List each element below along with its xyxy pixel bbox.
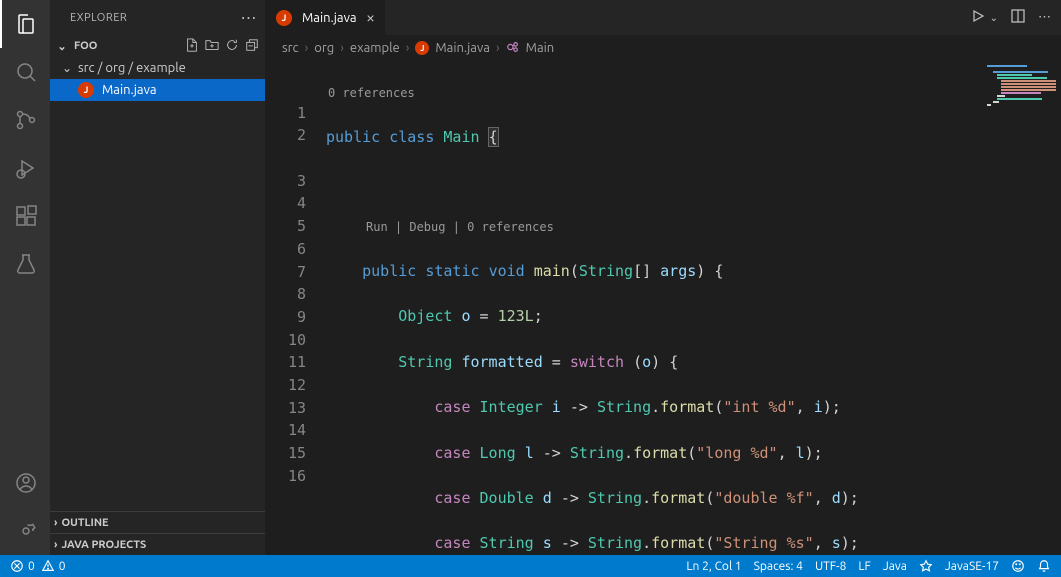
activity-source-control[interactable]	[0, 96, 50, 144]
activity-accounts[interactable]	[0, 459, 50, 507]
line-numbers: 1 2 3 4 5 6 7 8 9 10 11 12 13 14 15 16	[266, 61, 326, 555]
status-language[interactable]: Java	[883, 560, 907, 573]
chevron-right-icon: ›	[54, 517, 57, 529]
status-warnings[interactable]: 0	[41, 559, 66, 573]
activity-bar	[0, 0, 50, 555]
crumb[interactable]: src	[282, 41, 299, 55]
more-actions-icon[interactable]: ⋯	[1038, 10, 1051, 25]
folder-section-header[interactable]: ⌄ FOO	[50, 35, 265, 57]
status-notifications-icon[interactable]	[1037, 559, 1051, 573]
status-jdk[interactable]: JavaSE-17	[945, 560, 999, 573]
new-file-icon[interactable]	[185, 38, 199, 55]
tree-file[interactable]: J Main.java	[50, 79, 265, 101]
activity-explorer[interactable]	[0, 0, 50, 48]
class-symbol-icon	[506, 40, 520, 57]
code-content[interactable]: 0 references public class Main { Run | D…	[326, 61, 981, 555]
editor-area[interactable]: 1 2 3 4 5 6 7 8 9 10 11 12 13 14 15 16 0…	[266, 61, 1061, 555]
tree-folder[interactable]: ⌄ src / org / example	[50, 57, 265, 79]
close-icon[interactable]: ×	[366, 9, 375, 27]
crumb[interactable]: Main.java	[435, 41, 490, 55]
chevron-right-icon: ›	[496, 41, 500, 55]
status-java-ready-icon[interactable]	[919, 559, 933, 573]
codelens-run-debug[interactable]: Run | Debug | 0 references	[326, 217, 981, 237]
activity-settings[interactable]	[0, 507, 50, 555]
sidebar-explorer: EXPLORER ⋯ ⌄ FOO ⌄ src / org / example J…	[50, 0, 266, 555]
tab-title: Main.java	[302, 11, 357, 25]
refresh-icon[interactable]	[225, 38, 239, 55]
crumb[interactable]: org	[314, 41, 334, 55]
chevron-right-icon: ›	[54, 539, 57, 551]
tab-main-java[interactable]: J Main.java ×	[266, 0, 386, 35]
activity-testing[interactable]	[0, 240, 50, 288]
sidebar-more-icon[interactable]: ⋯	[241, 8, 258, 27]
chevron-down-icon: ⌄	[62, 61, 74, 75]
activity-run-debug[interactable]	[0, 144, 50, 192]
codelens-references[interactable]: 0 references	[326, 84, 981, 104]
crumb[interactable]: Main	[526, 41, 555, 55]
outline-section[interactable]: › OUTLINE	[50, 511, 265, 533]
folder-path-label: src / org / example	[78, 61, 186, 75]
sidebar-title: EXPLORER	[70, 12, 127, 24]
chevron-down-icon: ⌄	[54, 40, 70, 53]
new-folder-icon[interactable]	[205, 38, 219, 55]
status-errors[interactable]: 0	[10, 559, 35, 573]
chevron-right-icon: ›	[340, 41, 344, 55]
status-feedback-icon[interactable]	[1011, 559, 1025, 573]
folder-name: FOO	[74, 40, 97, 52]
breadcrumbs[interactable]: src › org › example › J Main.java › Main	[266, 35, 1061, 61]
crumb[interactable]: example	[350, 41, 400, 55]
chevron-right-icon: ›	[305, 41, 309, 55]
status-bar: 0 0 Ln 2, Col 1 Spaces: 4 UTF-8 LF Java …	[0, 555, 1061, 577]
editor-group: J Main.java × ⌄ ⋯ src › org › example › …	[266, 0, 1061, 555]
activity-extensions[interactable]	[0, 192, 50, 240]
file-name-label: Main.java	[102, 83, 157, 97]
status-cursor-position[interactable]: Ln 2, Col 1	[686, 560, 741, 573]
status-eol[interactable]: LF	[858, 560, 870, 573]
chevron-right-icon: ›	[406, 41, 410, 55]
java-projects-section[interactable]: › JAVA PROJECTS	[50, 533, 265, 555]
java-file-icon: J	[415, 41, 429, 55]
split-editor-icon[interactable]	[1010, 8, 1026, 27]
java-file-icon: J	[276, 10, 292, 26]
run-icon[interactable]	[970, 8, 986, 27]
minimap[interactable]	[981, 61, 1061, 555]
tabs-bar: J Main.java × ⌄ ⋯	[266, 0, 1061, 35]
status-encoding[interactable]: UTF-8	[815, 560, 846, 573]
run-dropdown-icon[interactable]: ⌄	[990, 12, 998, 24]
activity-search[interactable]	[0, 48, 50, 96]
status-indentation[interactable]: Spaces: 4	[754, 560, 803, 573]
java-file-icon: J	[78, 82, 94, 98]
collapse-all-icon[interactable]	[245, 38, 259, 55]
